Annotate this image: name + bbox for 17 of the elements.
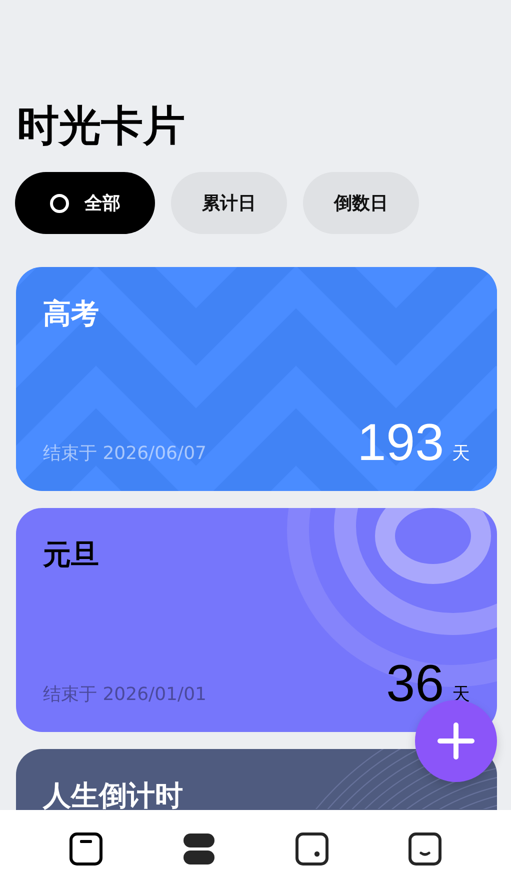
circle-icon — [50, 194, 68, 212]
event-card[interactable]: 人生倒计时 — [16, 749, 497, 810]
card-title: 高考 — [43, 296, 99, 332]
filter-chip[interactable]: 倒数日 — [303, 172, 419, 234]
zigzag-pattern-icon — [16, 267, 497, 491]
end-date: 结束于 2026/06/07 — [43, 442, 206, 465]
filter-chip[interactable]: 累计日 — [171, 172, 287, 234]
filter-chip[interactable]: 全部 — [15, 172, 155, 234]
event-card[interactable]: 高考 结束于 2026/06/07 193 天 — [16, 267, 497, 491]
day-unit: 天 — [452, 442, 470, 465]
end-date: 结束于 2026/01/01 — [43, 683, 206, 706]
day-count: 36 — [386, 658, 444, 710]
card-title: 元旦 — [43, 537, 99, 573]
plus-icon — [436, 721, 476, 761]
card-title: 人生倒计时 — [43, 778, 183, 810]
day-count: 193 — [357, 417, 444, 469]
page-title: 时光卡片 — [17, 100, 185, 152]
